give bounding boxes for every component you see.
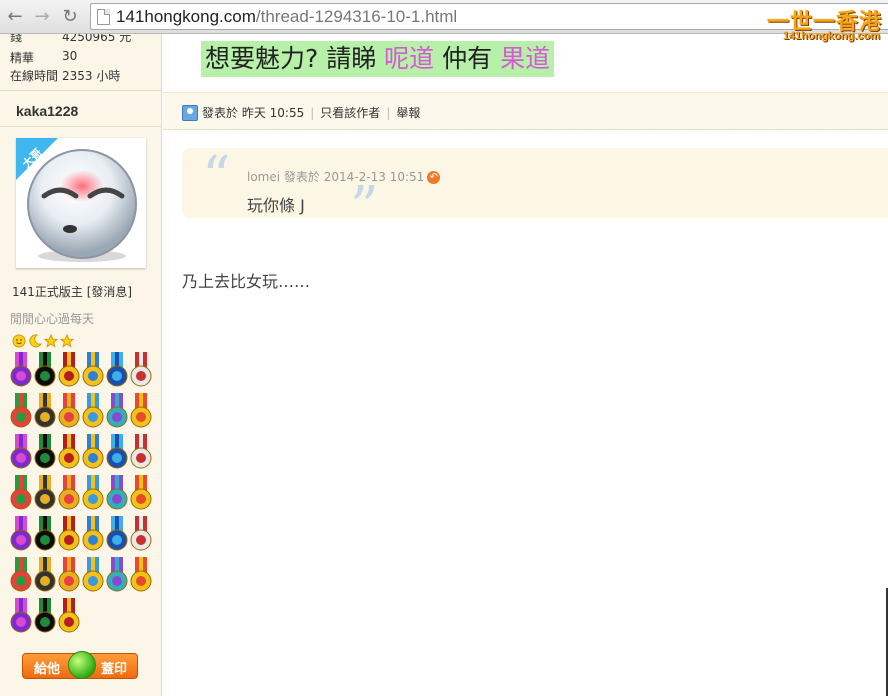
medal-icon[interactable] (58, 598, 80, 634)
star-icon (60, 334, 74, 348)
medal-icon[interactable] (82, 516, 104, 552)
post-body: 乃上去比女玩…… (182, 272, 311, 291)
medal-icon[interactable] (82, 434, 104, 470)
quote-text: 玩你條 J (247, 196, 305, 215)
close-quote-icon: ” (350, 175, 379, 240)
medal-icon[interactable] (130, 352, 152, 388)
stat-online-time: 在線時間 2353 小時 (10, 69, 121, 83)
level-icons (12, 334, 74, 348)
medal-icon[interactable] (34, 475, 56, 511)
avatar[interactable]: 大哥 (16, 138, 146, 268)
medal-icon[interactable] (34, 434, 56, 470)
divider (0, 90, 161, 91)
jump-to-post-icon[interactable]: ↶ (427, 171, 441, 184)
medal-icon[interactable] (106, 516, 128, 552)
post-time: 昨天 10:55 (241, 106, 305, 120)
medal-icon[interactable] (34, 352, 56, 388)
reload-icon[interactable]: ↻ (59, 6, 81, 28)
medal-icon[interactable] (34, 393, 56, 429)
medal-icon[interactable] (130, 434, 152, 470)
green-ball-icon (68, 651, 96, 679)
back-arrow-icon[interactable]: ← (4, 6, 26, 28)
signature-link-1[interactable]: 呢道 (384, 44, 434, 73)
medal-icon[interactable] (82, 393, 104, 429)
medal-icon[interactable] (130, 516, 152, 552)
medal-icon[interactable] (10, 475, 32, 511)
medal-icon[interactable] (106, 352, 128, 388)
post-meta: 發表於 昨天 10:55 | 只看該作者 | 舉報 (202, 106, 421, 120)
medal-icon[interactable] (58, 352, 80, 388)
author-only-link[interactable]: 只看該作者 (320, 106, 380, 120)
medal-icon[interactable] (10, 516, 32, 552)
medal-icon[interactable] (34, 557, 56, 593)
page-icon (97, 9, 110, 25)
logo-domain: 141hongkong.com (782, 30, 880, 42)
medal-icon[interactable] (130, 475, 152, 511)
quote-box: “ lomei 發表於 2014-2-13 10:51 ↶ 玩你條 J ” (182, 145, 888, 236)
medal-icon[interactable] (106, 557, 128, 593)
medal-icon[interactable] (106, 475, 128, 511)
user-motto: 閒閒心心過每天 (10, 312, 95, 326)
site-logo[interactable]: 一世一香港 141hongkong.com (762, 4, 882, 44)
forward-arrow-icon[interactable]: → (31, 6, 53, 28)
quote-author: lomei (247, 170, 281, 184)
medal-icon[interactable] (130, 557, 152, 593)
medal-icon[interactable] (34, 516, 56, 552)
stat-digest: 精華 30 (10, 49, 78, 65)
medal-icon[interactable] (58, 434, 80, 470)
divider (0, 126, 161, 127)
medal-icon[interactable] (10, 557, 32, 593)
post-info-bar: 發表於 昨天 10:55 | 只看該作者 | 舉報 (163, 92, 888, 130)
report-link[interactable]: 舉報 (396, 106, 420, 120)
username[interactable]: kaka1228 (16, 103, 78, 119)
give-stamp-button[interactable]: 給他 蓋印 (22, 651, 138, 679)
signature-link-2[interactable]: 果道 (500, 44, 550, 73)
sun-icon (12, 334, 26, 348)
medal-icon[interactable] (58, 557, 80, 593)
user-sidebar: 錢4250965 元 精華30 在線時間2353 小時 kaka1228 (0, 34, 162, 696)
medal-icon[interactable] (130, 393, 152, 429)
medal-icon[interactable] (10, 434, 32, 470)
user-rank: 141正式版主 [發消息] (12, 285, 133, 299)
medal-icon[interactable] (58, 393, 80, 429)
divider (163, 129, 888, 130)
medal-icon[interactable] (106, 393, 128, 429)
medal-icon[interactable] (82, 475, 104, 511)
quote-meta: lomei 發表於 2014-2-13 10:51 ↶ (247, 168, 441, 185)
medal-icon[interactable] (82, 352, 104, 388)
moon-icon (29, 334, 42, 348)
open-quote-icon: “ (202, 145, 231, 210)
send-message-link[interactable]: 發消息 (91, 285, 127, 299)
online-user-icon (182, 105, 198, 121)
url-text[interactable]: 141hongkong.com/thread-1294316-10-1.html (116, 7, 457, 27)
medal-icon[interactable] (10, 393, 32, 429)
stat-money: 錢 4250965 元 (10, 34, 132, 44)
medal-icon[interactable] (106, 434, 128, 470)
signature-banner: 想要魅力? 請睇 呢道 仲有 果道 (201, 41, 555, 77)
medal-icon[interactable] (34, 598, 56, 634)
medal-icon[interactable] (58, 475, 80, 511)
medal-icon[interactable] (58, 516, 80, 552)
medal-icon[interactable] (10, 352, 32, 388)
post-area: 想要魅力? 請睇 呢道 仲有 果道 發表於 昨天 10:55 | 只看該作者 | 舉報 … (163, 34, 888, 696)
medal-icon[interactable] (10, 598, 32, 634)
medal-icon[interactable] (82, 557, 104, 593)
star-icon (44, 334, 58, 348)
browser-toolbar: ← → ↻ 141hongkong.com/thread-1294316-10-… (0, 0, 888, 34)
